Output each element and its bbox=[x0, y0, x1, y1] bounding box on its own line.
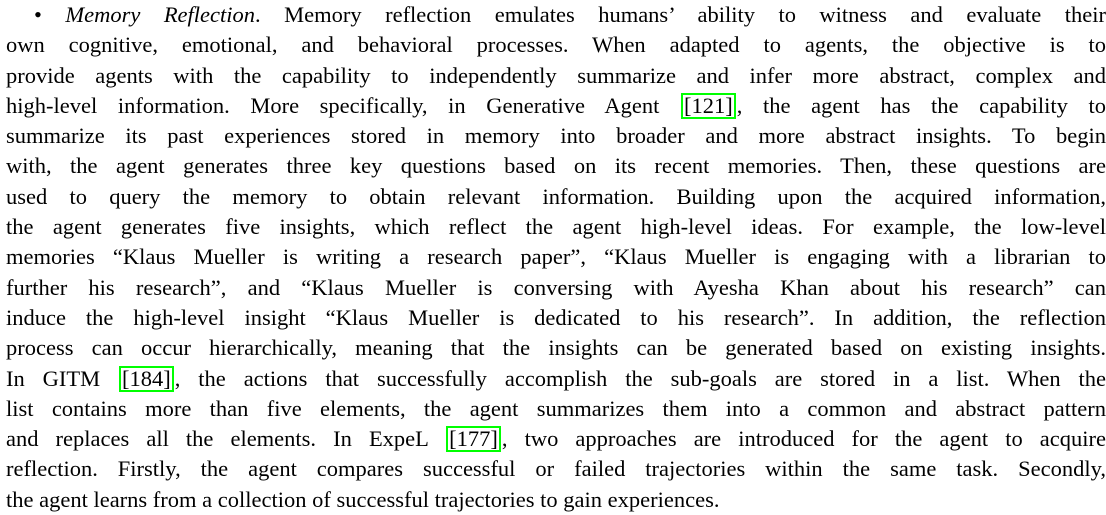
text-line: summarize its past experiences stored in… bbox=[6, 121, 1106, 151]
text-line: • Memory Reflection. Memory reflection e… bbox=[6, 0, 1106, 30]
line-text: memories “Klaus Mueller is writing a res… bbox=[6, 244, 1106, 270]
citation-link-121[interactable]: [121] bbox=[680, 92, 736, 119]
paragraph-heading: Memory Reflection bbox=[65, 2, 256, 27]
line-text: the agent learns from a collection of su… bbox=[6, 486, 720, 512]
text-line: with, the agent generates three key ques… bbox=[6, 151, 1106, 181]
line-text: and replaces all the elements. In ExpeL bbox=[6, 426, 446, 452]
line-text: the agent generates five insights, which… bbox=[6, 214, 1106, 240]
line-text: process can occur hierarchically, meanin… bbox=[6, 335, 1106, 361]
line-text: summarize its past experiences stored in… bbox=[6, 123, 1106, 149]
line-text: used to query the memory to obtain relev… bbox=[6, 183, 1106, 209]
page: • Memory Reflection. Memory reflection e… bbox=[0, 0, 1106, 512]
line-text: reflection. Firstly, the agent compares … bbox=[6, 456, 1106, 482]
line-text: provide agents with the capability to in… bbox=[6, 62, 1106, 88]
text-line: used to query the memory to obtain relev… bbox=[6, 182, 1106, 212]
text-line: further his research”, and “Klaus Muelle… bbox=[6, 273, 1106, 303]
text-line: process can occur hierarchically, meanin… bbox=[6, 333, 1106, 363]
citation-link-184[interactable]: [184] bbox=[119, 365, 174, 392]
text-line: memories “Klaus Mueller is writing a res… bbox=[6, 242, 1106, 272]
text-line: the agent learns from a collection of su… bbox=[6, 485, 1106, 515]
line-text: , two approaches are introduced for the … bbox=[501, 426, 1106, 452]
line-text: high-level information. More specificall… bbox=[6, 92, 680, 118]
text-line: induce the high-level insight “Klaus Mue… bbox=[6, 303, 1106, 333]
line-text: , the actions that successfully accompli… bbox=[174, 365, 1106, 391]
line-text: further his research”, and “Klaus Muelle… bbox=[6, 274, 1106, 300]
text-line: own cognitive, emotional, and behavioral… bbox=[6, 30, 1106, 60]
line-text: with, the agent generates three key ques… bbox=[6, 153, 1106, 179]
text-line: In GITM [184], the actions that successf… bbox=[6, 364, 1106, 394]
text-line: list contains more than five elements, t… bbox=[6, 394, 1106, 424]
text-line: high-level information. More specificall… bbox=[6, 91, 1106, 121]
line-text: , the agent has the capability to bbox=[736, 92, 1106, 118]
line-text: list contains more than five elements, t… bbox=[6, 395, 1106, 421]
citation-link-177[interactable]: [177] bbox=[446, 426, 501, 453]
line-text: . Memory reflection emulates humans’ abi… bbox=[255, 2, 1106, 27]
line-text: own cognitive, emotional, and behavioral… bbox=[6, 32, 1106, 58]
text-line: provide agents with the capability to in… bbox=[6, 61, 1106, 91]
text-line: and replaces all the elements. In ExpeL … bbox=[6, 424, 1106, 454]
line-text: induce the high-level insight “Klaus Mue… bbox=[6, 304, 1106, 330]
text-line: the agent generates five insights, which… bbox=[6, 212, 1106, 242]
line-text: In GITM bbox=[6, 365, 119, 391]
bullet: • bbox=[34, 2, 42, 27]
paragraph-memory-reflection: • Memory Reflection. Memory reflection e… bbox=[6, 0, 1106, 515]
text-line: reflection. Firstly, the agent compares … bbox=[6, 454, 1106, 484]
